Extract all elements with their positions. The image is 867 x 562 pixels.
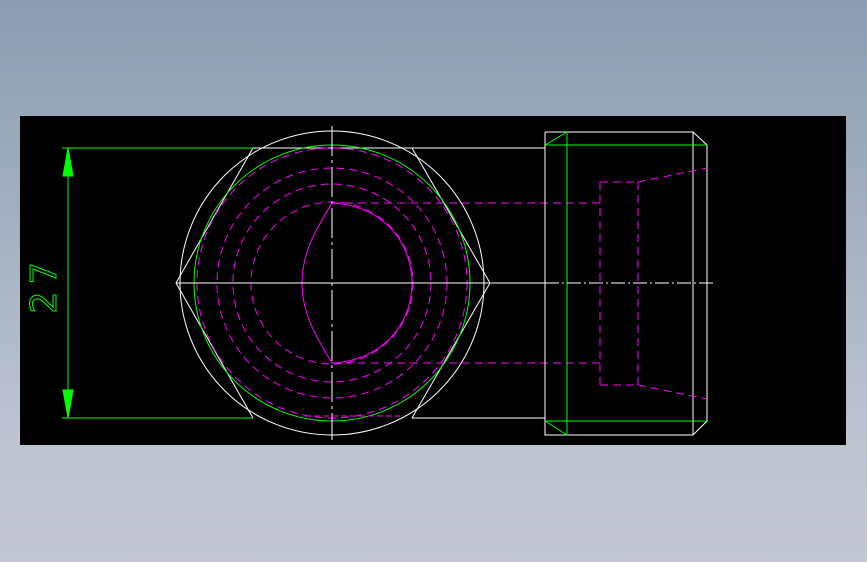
dim-arrow-bottom — [62, 389, 74, 419]
dimension-text: 27 — [24, 254, 65, 313]
cad-drawing: 27 — [24, 126, 715, 440]
side-green-diag-bottom — [544, 420, 568, 436]
side-green-diag-top — [544, 131, 568, 146]
side-hidden-taper-bottom — [637, 384, 708, 400]
side-hidden-taper-top — [637, 167, 708, 183]
dim-arrow-top — [62, 147, 74, 177]
